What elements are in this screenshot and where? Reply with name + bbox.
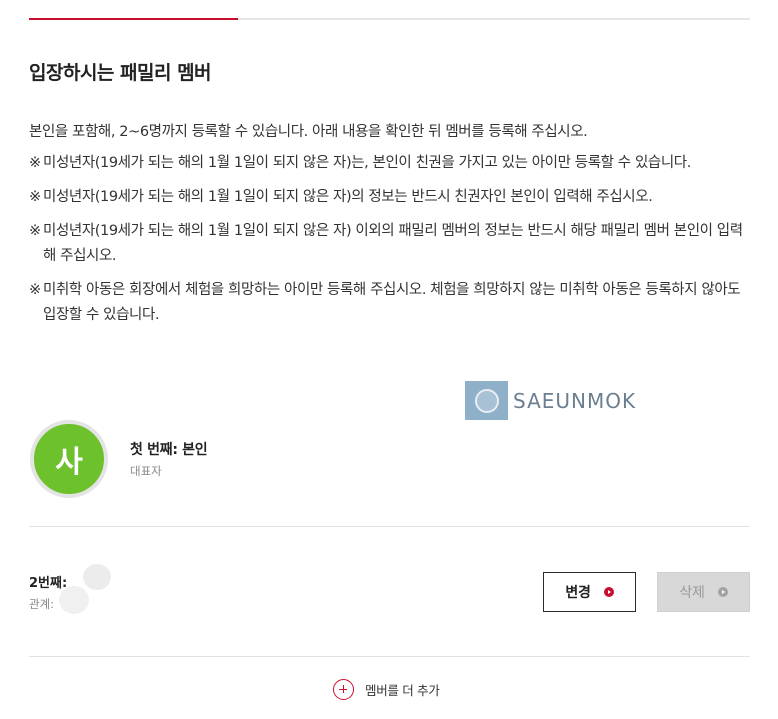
divider bbox=[29, 656, 750, 657]
note-mark: ※ bbox=[29, 223, 41, 239]
divider bbox=[29, 526, 750, 527]
note-item: ※ 미성년자(19세가 되는 해의 1월 1일이 되지 않은 자)는, 본인이 친… bbox=[29, 151, 751, 176]
note-item: ※ 미취학 아동은 회장에서 체험을 희망하는 아이만 등록해 주십시오. 체험을… bbox=[29, 278, 751, 328]
note-item: ※ 미성년자(19세가 되는 해의 1월 1일이 되지 않은 자)의 정보는 반드… bbox=[29, 185, 751, 210]
note-text: 미취학 아동은 회장에서 체험을 희망하는 아이만 등록해 주십시오. 체험을 … bbox=[43, 282, 741, 323]
watermark-logo-icon bbox=[465, 381, 508, 420]
note-text: 미성년자(19세가 되는 해의 1월 1일이 되지 않은 자)는, 본인이 친권… bbox=[43, 155, 691, 171]
watermark-text: SAEUNMOK bbox=[513, 388, 637, 413]
progress-tab-line bbox=[29, 18, 750, 20]
section-title: 입장하시는 패밀리 멤버 bbox=[29, 62, 212, 84]
member-card-self: 사 첫 번째: 본인 대표자 bbox=[29, 420, 749, 500]
member-role: 대표자 bbox=[130, 464, 162, 478]
add-member-label: 멤버를 더 추가 bbox=[365, 683, 440, 698]
progress-tab-active bbox=[29, 18, 238, 20]
note-item: ※ 미성년자(19세가 되는 해의 1월 1일이 되지 않은 자) 이외의 패밀리… bbox=[29, 219, 751, 269]
note-mark: ※ bbox=[29, 282, 41, 298]
arrow-right-icon bbox=[717, 587, 728, 597]
delete-button[interactable]: 삭제 bbox=[657, 572, 750, 612]
note-mark: ※ bbox=[29, 189, 41, 205]
redacted-name-blur bbox=[57, 562, 113, 614]
watermark: SAEUNMOK bbox=[465, 381, 636, 420]
arrow-right-icon bbox=[603, 587, 614, 597]
member-name: 첫 번째: 본인 bbox=[130, 442, 208, 458]
plus-circle-icon bbox=[333, 679, 354, 700]
note-mark: ※ bbox=[29, 155, 41, 171]
add-member-button[interactable]: 멤버를 더 추가 bbox=[333, 679, 440, 700]
member2-relation-label: 관계: bbox=[29, 597, 55, 611]
delete-button-label: 삭제 bbox=[679, 585, 705, 601]
notes-list: ※ 미성년자(19세가 되는 해의 1월 1일이 되지 않은 자)는, 본인이 친… bbox=[29, 151, 751, 337]
change-button[interactable]: 변경 bbox=[543, 572, 636, 612]
intro-text: 본인을 포함해, 2~6명까지 등록할 수 있습니다. 아래 내용을 확인한 뒤… bbox=[29, 124, 588, 140]
note-text: 미성년자(19세가 되는 해의 1월 1일이 되지 않은 자) 이외의 패밀리 … bbox=[43, 223, 743, 264]
avatar-initial: 사 bbox=[55, 445, 83, 480]
note-text: 미성년자(19세가 되는 해의 1월 1일이 되지 않은 자)의 정보는 반드시… bbox=[43, 189, 653, 205]
change-button-label: 변경 bbox=[565, 585, 591, 601]
avatar: 사 bbox=[30, 420, 108, 498]
